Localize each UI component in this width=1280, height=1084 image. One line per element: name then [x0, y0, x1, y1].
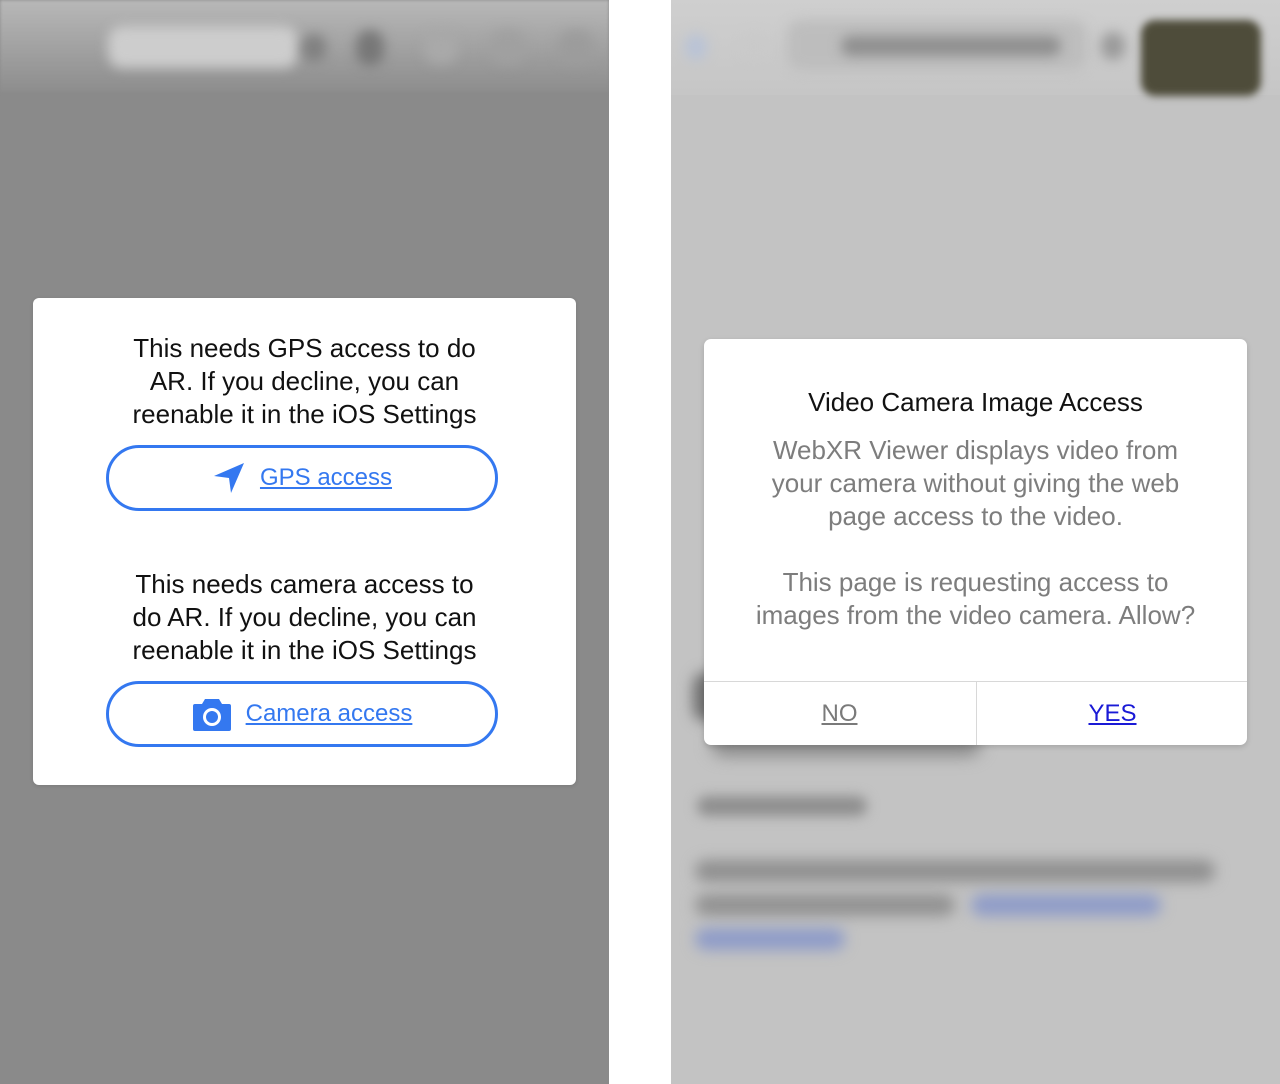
blurred-camera-thumbnail — [1141, 20, 1261, 96]
blurred-toolbar-icon — [424, 32, 458, 64]
gps-permission-message: This needs GPS access to do AR. If you d… — [132, 333, 477, 429]
video-camera-access-dialog: Video Camera Image Access WebXR Viewer d… — [704, 339, 1247, 745]
no-button[interactable]: NO — [704, 682, 975, 745]
dialog-request-question: This page is requesting access to images… — [755, 567, 1196, 630]
blurred-toolbar-icon — [558, 30, 594, 64]
gps-access-label: GPS access — [259, 464, 393, 491]
permissions-dialog: This needs GPS access to do AR. If you d… — [33, 298, 576, 785]
blurred-toolbar-icon — [302, 34, 326, 62]
blurred-address-text — [841, 36, 1061, 56]
camera-access-label: Camera access — [245, 700, 413, 727]
blurred-paragraph-line — [695, 894, 955, 916]
blurred-paragraph-line — [695, 860, 1215, 882]
gps-access-button[interactable]: GPS access — [106, 445, 498, 511]
blurred-address-field — [108, 26, 298, 68]
dialog-title: Video Camera Image Access — [808, 387, 1143, 417]
blurred-toolbar-icon — [1101, 32, 1125, 60]
blurred-subheading — [697, 796, 867, 816]
yes-button[interactable]: YES — [977, 682, 1247, 745]
location-arrow-icon — [212, 461, 246, 495]
dialog-description: WebXR Viewer displays video from your ca… — [771, 435, 1180, 531]
camera-icon — [192, 696, 232, 732]
blurred-link-text — [971, 894, 1161, 916]
blurred-link-text — [695, 928, 845, 950]
left-phone-screen: This needs GPS access to do AR. If you d… — [0, 0, 609, 1084]
right-phone-screen: Video Camera Image Access WebXR Viewer d… — [671, 0, 1280, 1084]
blurred-forward-icon — [743, 34, 765, 60]
blurred-toolbar-icon — [490, 30, 526, 64]
camera-permission-message: This needs camera access to do AR. If yo… — [132, 569, 477, 665]
blurred-back-icon — [685, 34, 707, 60]
blurred-toolbar-icon — [356, 30, 384, 66]
camera-access-button[interactable]: Camera access — [106, 681, 498, 747]
